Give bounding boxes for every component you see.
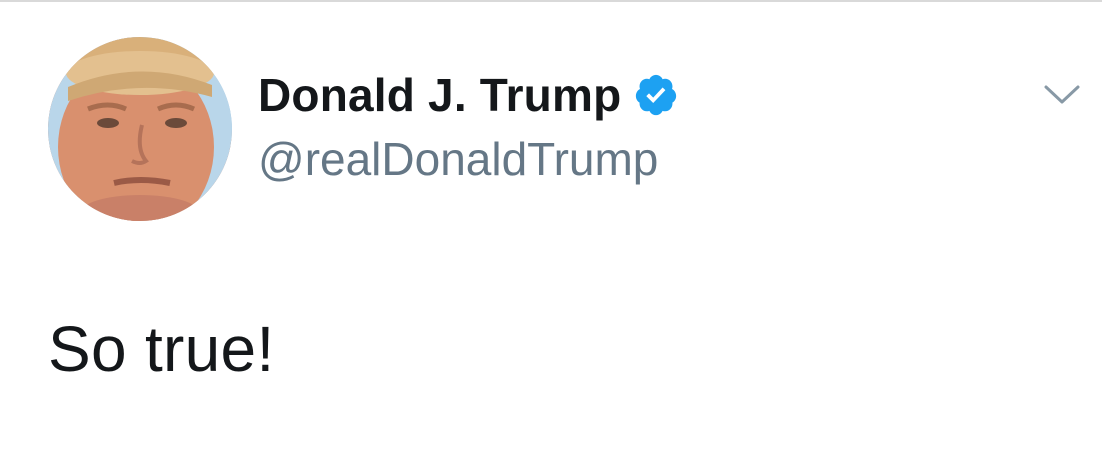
name-row: Donald J. Trump xyxy=(258,62,679,128)
user-handle[interactable]: @realDonaldTrump xyxy=(258,132,679,186)
verified-badge-icon xyxy=(633,72,679,118)
tweet-card: Donald J. Trump @realDonaldTrump So true… xyxy=(0,0,1102,464)
display-name[interactable]: Donald J. Trump xyxy=(258,68,621,122)
tweet-header: Donald J. Trump @realDonaldTrump xyxy=(258,62,679,186)
profile-avatar[interactable] xyxy=(48,37,232,221)
avatar-image xyxy=(48,37,232,221)
tweet-text: So true! xyxy=(48,313,275,385)
chevron-down-icon[interactable] xyxy=(1042,82,1082,108)
